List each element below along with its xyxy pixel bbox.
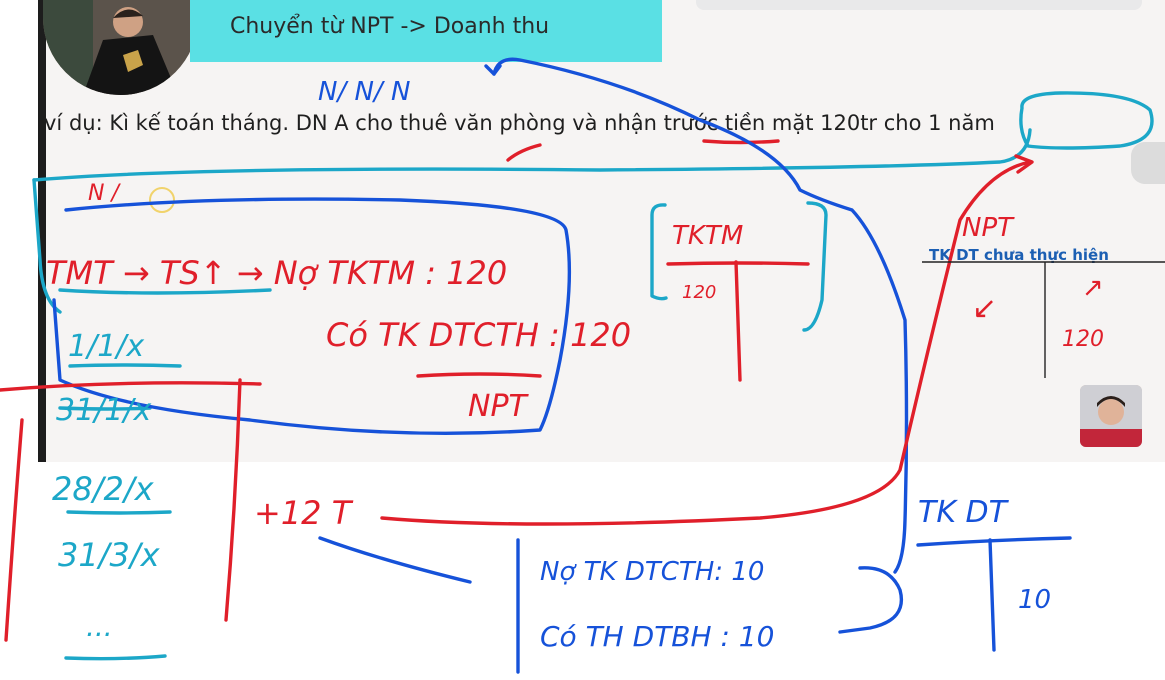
ink-circle-1-nam (1019, 91, 1154, 150)
hw-date-1: 1/1/x (68, 329, 144, 364)
ink-red-npt-rule (416, 372, 542, 378)
hw-formula-co: Có TK DTCTH : 120 (326, 316, 631, 354)
ink-tk-dt-top (916, 536, 1072, 547)
ink-blue-stroke (318, 536, 472, 584)
ink-blue-arrow-head (484, 64, 502, 76)
hw-n-corner: N / (88, 181, 121, 206)
ink-cyan-bracket-left (650, 203, 668, 301)
ink-cyan-bracket (32, 128, 1032, 182)
ink-cyan-bracket-right (802, 201, 828, 332)
hw-npt-right: NPT (962, 213, 1015, 243)
ink-stroke (506, 143, 542, 162)
ink-blue-co-arrow (838, 566, 903, 634)
cursor-ring (149, 187, 175, 213)
ink-tk-dt-stem (988, 538, 996, 652)
hw-tk-dt-right-value: 120 (1062, 327, 1104, 352)
hw-date-4: 31/3/x (58, 536, 161, 574)
ink-red-left (4, 418, 24, 642)
ink-cyan-underline (64, 654, 167, 661)
ink-red-t-account-top (666, 261, 810, 266)
ink-red-vline (224, 378, 242, 622)
hw-co-line: Có TH DTBH : 10 (540, 620, 774, 653)
ink-cyan-underline (68, 363, 182, 368)
hw-n-marks: N/ N/ N (318, 77, 410, 107)
hw-tk-dt-left: ↙ (972, 291, 997, 326)
hw-tk-dt: TK DT (918, 495, 1010, 530)
hw-date-5: ... (86, 610, 113, 643)
hw-no-line: Nợ TK DTCTH: 10 (540, 557, 764, 587)
ink-cyan-underline (66, 510, 172, 515)
hw-date-2: 31/1/x (56, 393, 151, 428)
hw-tktm: TKTM (672, 221, 743, 251)
ink-underline-nhan-truoc (702, 139, 780, 145)
hw-formula-top: TMT → TS↑ → Nợ TKTM : 120 (46, 254, 507, 292)
hw-tk-dt-value: 10 (1018, 585, 1051, 615)
ink-red-hline (0, 381, 262, 392)
lecture-screen: Chuyển từ NPT -> Doanh thu ví dụ: Kì kế … (0, 0, 1165, 680)
ink-cyan-left (32, 178, 62, 314)
hw-npt: NPT (468, 389, 530, 424)
hw-plus-12t: +12 T (254, 494, 354, 532)
annotation-layer: N/ N/ N N / TMT → TS↑ → Nợ TKTM : 120 Có… (0, 57, 1165, 674)
hw-tktm-value: 120 (682, 282, 716, 303)
hw-tk-dt-right-sign: ↗ (1082, 273, 1104, 303)
ink-red-t-account-stem (734, 260, 742, 382)
hw-date-3: 28/2/x (52, 470, 155, 508)
